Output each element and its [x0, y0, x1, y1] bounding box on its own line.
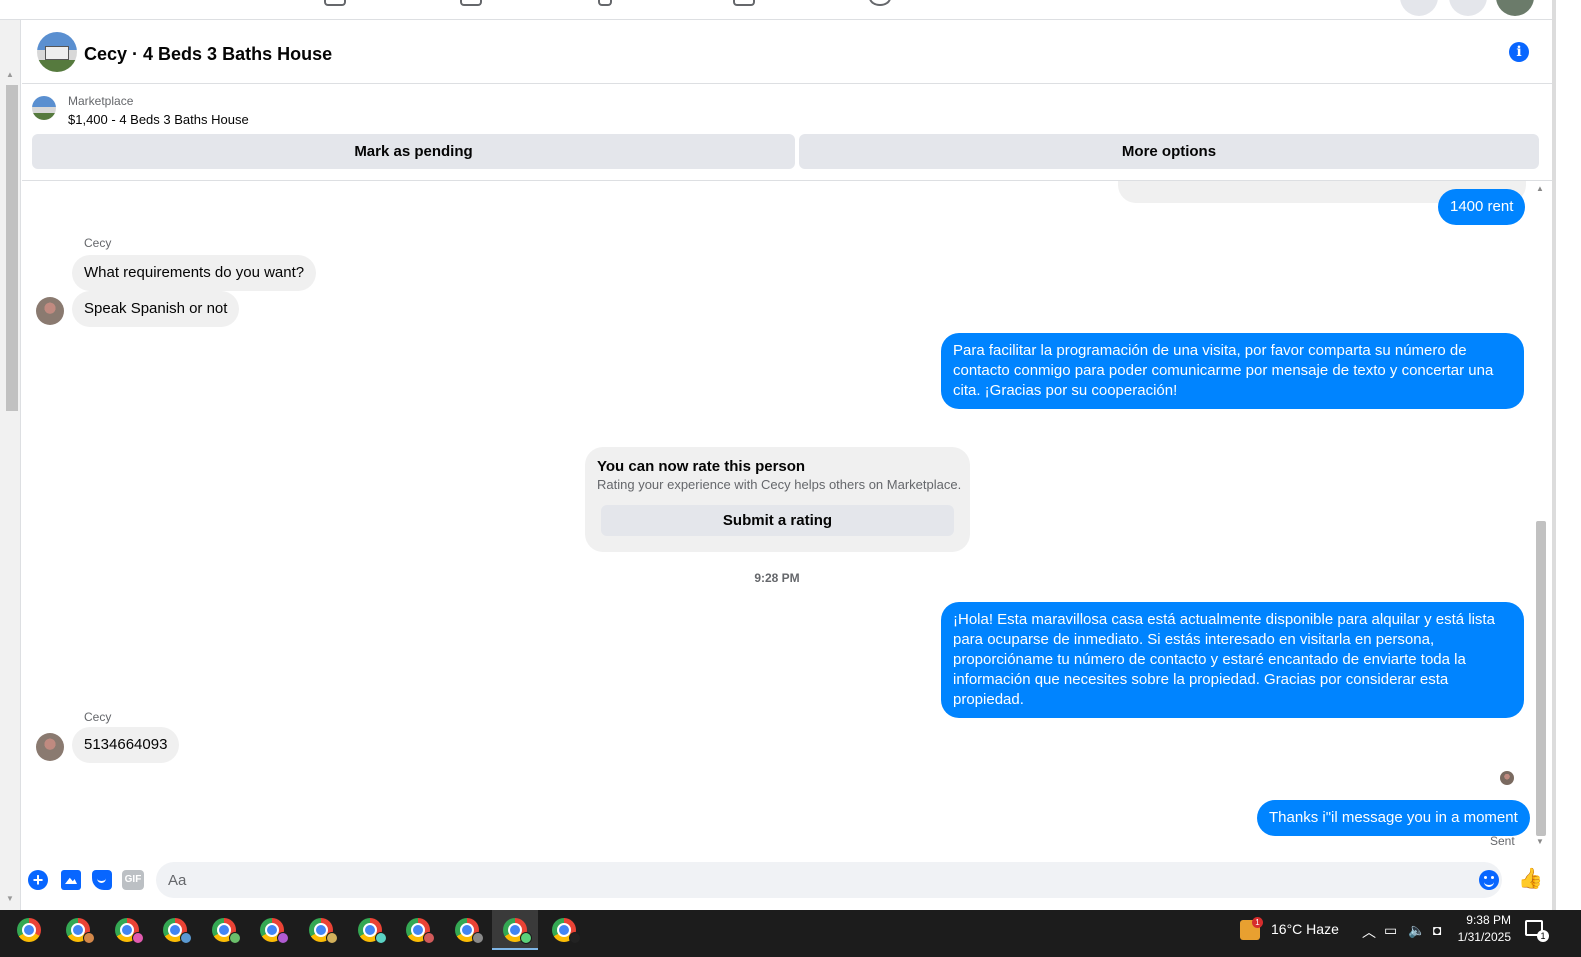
emoji-icon[interactable]	[1479, 870, 1499, 890]
clock-time: 9:38 PM	[1466, 913, 1511, 927]
rating-subtitle: Rating your experience with Cecy helps o…	[597, 477, 962, 492]
facebook-top-nav	[0, 0, 1581, 20]
message-input[interactable]	[156, 862, 1502, 898]
rating-card: You can now rate this person Rating your…	[585, 447, 970, 552]
meet-now-icon[interactable]: ◘	[1433, 922, 1441, 938]
incoming-message[interactable]: 5134664093	[72, 727, 180, 763]
listing-title[interactable]: $1,400 - 4 Beds 3 Baths House	[68, 112, 249, 127]
chrome-taskbar-button[interactable]	[201, 910, 247, 950]
sender-avatar[interactable]	[36, 733, 64, 761]
outgoing-message[interactable]: Thanks i"il message you in a moment	[1257, 800, 1530, 836]
chrome-taskbar-button[interactable]	[541, 910, 587, 950]
marketplace-nav-icon[interactable]	[598, 0, 612, 6]
weather-badge: 1	[1252, 917, 1263, 928]
thread-scroll-up-icon[interactable]: ▲	[1536, 184, 1544, 193]
chrome-taskbar-button[interactable]	[347, 910, 393, 950]
chat-header: Cecy · 4 Beds 3 Baths House i	[22, 20, 1552, 84]
groups-icon[interactable]	[733, 0, 755, 6]
chrome-taskbar-button[interactable]	[104, 910, 150, 950]
chrome-taskbar-button[interactable]	[395, 910, 441, 950]
chrome-taskbar-button[interactable]	[55, 910, 101, 950]
listing-avatar[interactable]	[37, 32, 77, 72]
chrome-taskbar-button-active[interactable]	[492, 910, 538, 950]
mark-as-pending-button[interactable]: Mark as pending	[32, 134, 795, 169]
chrome-taskbar-button[interactable]	[444, 910, 490, 950]
chrome-taskbar-button[interactable]	[6, 910, 52, 950]
gaming-icon[interactable]	[869, 0, 891, 6]
volume-icon[interactable]: 🔈	[1408, 922, 1425, 939]
submit-rating-button[interactable]: Submit a rating	[601, 505, 954, 536]
message-timestamp: 9:28 PM	[754, 571, 800, 585]
chrome-taskbar-button[interactable]	[298, 910, 344, 950]
thumbs-up-icon[interactable]: 👍	[1518, 868, 1543, 890]
photo-icon[interactable]	[61, 870, 81, 890]
page-scrollbar-thumb[interactable]	[6, 85, 18, 411]
windows-taskbar: 1 16°C Haze ︿ ▭ 🔈 ◘ 9:38 PM 1/31/2025 1	[0, 910, 1581, 957]
message-composer: + GIF 👍	[22, 852, 1552, 908]
network-icon[interactable]: ▭	[1384, 922, 1397, 939]
more-options-button[interactable]: More options	[799, 134, 1539, 169]
messenger-button[interactable]	[1449, 0, 1487, 16]
thread-scrollbar-thumb[interactable]	[1536, 521, 1546, 836]
listing-thumbnail[interactable]	[32, 96, 56, 120]
plus-icon[interactable]: +	[28, 870, 48, 890]
outgoing-message[interactable]: Para facilitar la programación de una vi…	[941, 333, 1524, 409]
scroll-down-arrow-icon[interactable]: ▼	[6, 894, 14, 903]
weather-text[interactable]: 16°C Haze	[1271, 921, 1339, 937]
outgoing-message[interactable]: ¡Hola! Esta maravillosa casa está actual…	[941, 602, 1524, 718]
gif-icon[interactable]: GIF	[122, 870, 144, 890]
sender-name: Cecy	[84, 710, 112, 724]
rating-title: You can now rate this person	[597, 458, 806, 475]
video-icon[interactable]	[460, 0, 482, 6]
sender-avatar[interactable]	[36, 297, 64, 325]
clock-date: 1/31/2025	[1457, 930, 1511, 944]
marketplace-bar: Marketplace $1,400 - 4 Beds 3 Baths Hous…	[22, 85, 1552, 181]
chrome-icon	[17, 918, 41, 942]
info-icon[interactable]: i	[1509, 42, 1529, 62]
message-thread[interactable]: 1400 rent Cecy What requirements do you …	[22, 181, 1532, 851]
chat-title[interactable]: Cecy · 4 Beds 3 Baths House	[84, 44, 332, 65]
profile-avatar-button[interactable]	[1496, 0, 1534, 16]
page-scrollbar[interactable]: ▲ ▼	[0, 20, 21, 910]
thread-scrollbar[interactable]: ▲ ▼	[1533, 181, 1549, 851]
incoming-message[interactable]: What requirements do you want?	[72, 255, 317, 291]
thread-scroll-down-icon[interactable]: ▼	[1536, 837, 1544, 846]
notification-count: 1	[1537, 930, 1549, 942]
home-icon[interactable]	[324, 0, 346, 6]
system-clock[interactable]: 9:38 PM 1/31/2025	[1455, 912, 1511, 946]
menu-button[interactable]	[1400, 0, 1438, 16]
outer-scrollbar[interactable]	[1552, 0, 1581, 910]
read-receipt-avatar	[1500, 771, 1514, 785]
tray-chevron-icon[interactable]: ︿	[1362, 922, 1376, 942]
incoming-message[interactable]: Speak Spanish or not	[72, 291, 240, 327]
outgoing-message[interactable]: 1400 rent	[1438, 189, 1526, 225]
scroll-up-arrow-icon[interactable]: ▲	[6, 70, 14, 79]
sticker-icon[interactable]	[92, 870, 112, 890]
chrome-taskbar-button[interactable]	[249, 910, 295, 950]
chrome-taskbar-button[interactable]	[152, 910, 198, 950]
marketplace-label: Marketplace	[68, 94, 134, 108]
sender-name: Cecy	[84, 236, 112, 250]
sent-status: Sent	[1490, 834, 1515, 848]
